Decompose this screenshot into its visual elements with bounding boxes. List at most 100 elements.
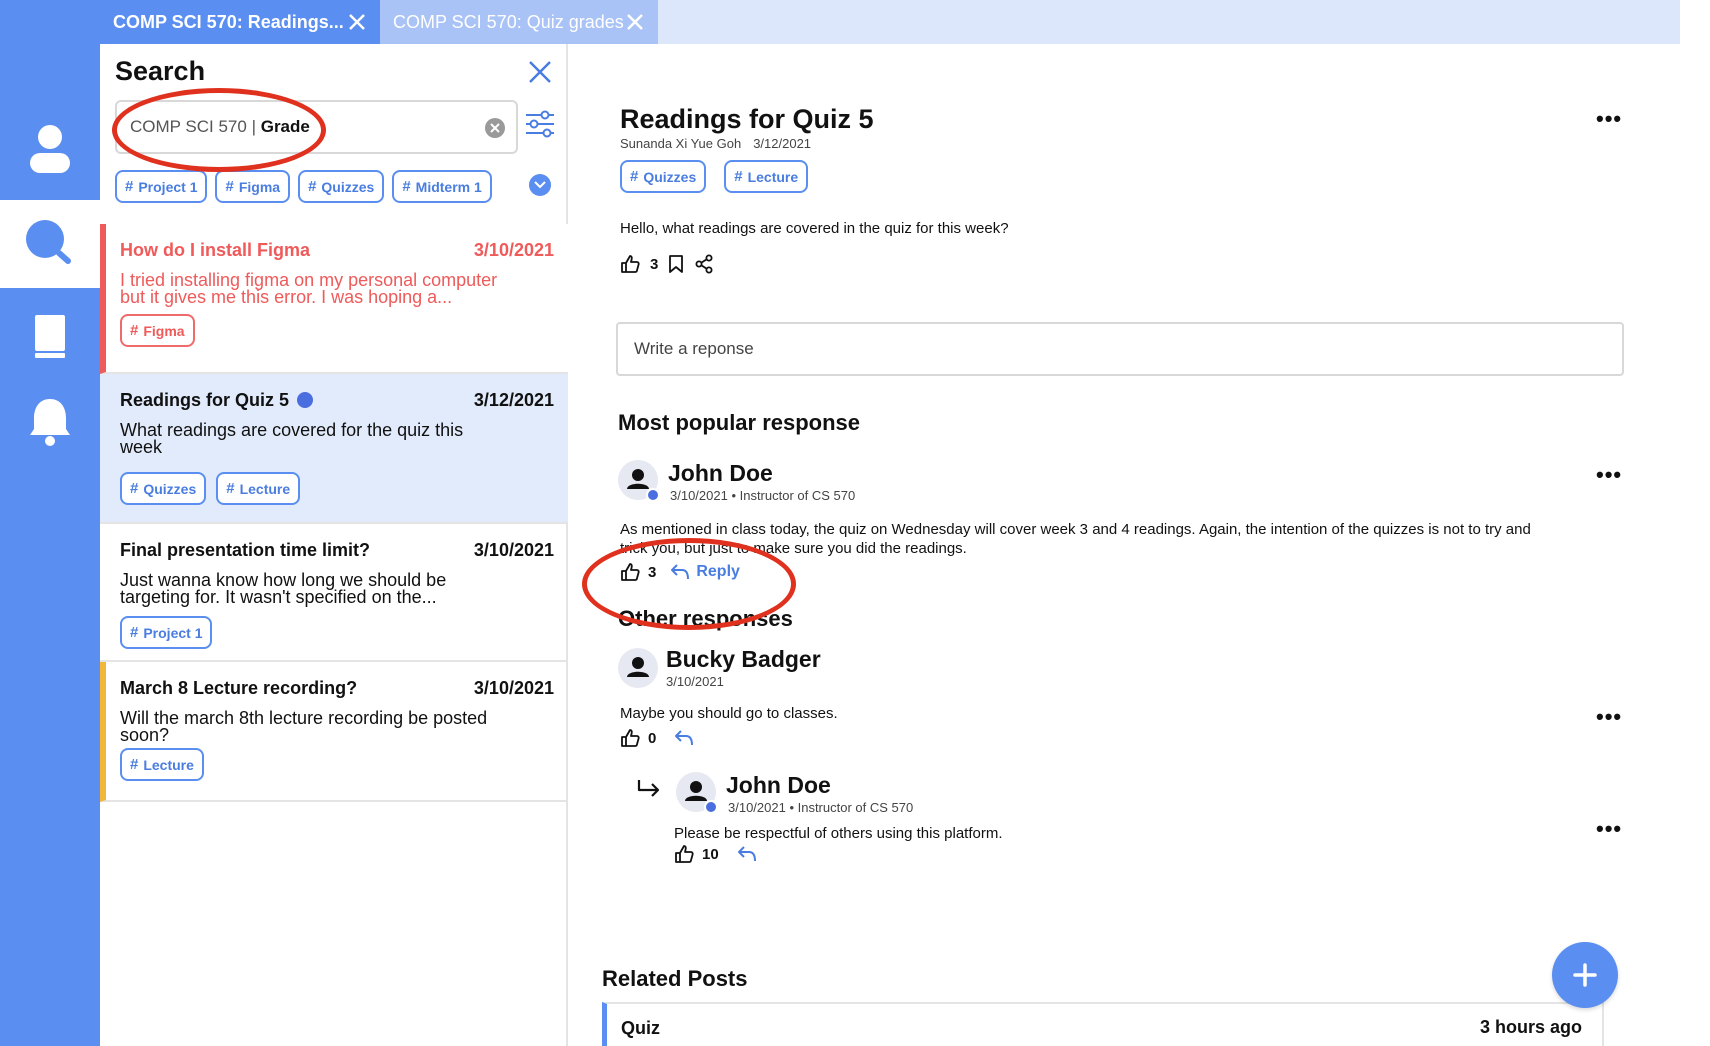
popular-heading: Most popular response (618, 410, 861, 435)
book-icon (35, 315, 65, 358)
tag-chip[interactable]: # Lecture (120, 748, 204, 781)
result-title: Readings for Quiz 5 (120, 390, 314, 411)
tab-bar: COMP SCI 570: Readings... COMP SCI 570: … (100, 0, 1680, 44)
response-input[interactable]: Write a reponse (616, 322, 1624, 376)
new-post-button[interactable] (1552, 942, 1618, 1008)
response-more-button[interactable]: ••• (1596, 704, 1622, 730)
search-input[interactable]: COMP SCI 570 | Grade (115, 100, 518, 154)
hashtag-icon: # (125, 178, 134, 195)
hashtag-icon: # (225, 178, 234, 195)
result-snippet: What readings are covered for the quiz t… (120, 420, 464, 457)
filter-chip[interactable]: # Project 1 (115, 170, 208, 203)
reply-icon[interactable] (737, 845, 757, 863)
response-more-button[interactable]: ••• (1596, 816, 1622, 842)
rail-search-button[interactable] (0, 200, 100, 288)
responder-sub: 3/10/2021 (666, 674, 724, 689)
search-query-term: Grade (260, 117, 310, 136)
result-item[interactable]: Readings for Quiz 5 3/12/2021 What readi… (100, 374, 568, 524)
verified-icon (297, 392, 314, 408)
verified-icon (704, 800, 718, 814)
share-icon[interactable] (694, 254, 714, 274)
hashtag-icon: # (130, 322, 139, 339)
plus-icon (1573, 963, 1597, 987)
result-item[interactable]: March 8 Lecture recording? 3/10/2021 Wil… (100, 662, 568, 802)
tag-chip[interactable]: # Quizzes (620, 160, 707, 193)
like-count: 10 (702, 845, 719, 863)
related-post-card[interactable]: Quiz 3 hours ago (602, 1002, 1604, 1046)
related-post-time: 3 hours ago (1479, 1017, 1582, 1037)
hashtag-icon: # (130, 756, 139, 773)
post-more-button[interactable]: ••• (1596, 106, 1622, 132)
chevron-down-icon (534, 181, 546, 189)
related-post-title: Quiz (621, 1018, 660, 1038)
like-count: 0 (648, 729, 657, 747)
hashtag-icon: # (130, 480, 139, 497)
app-root: COMP SCI 570: Readings... COMP SCI 570: … (0, 0, 1710, 1046)
close-icon[interactable] (348, 13, 366, 31)
result-date: 3/10/2021 (473, 540, 554, 560)
post-meta: Sunanda Xi Yue Goh 3/12/2021 (620, 136, 811, 151)
other-heading: Other responses (618, 606, 793, 631)
responder-name: John Doe (668, 460, 773, 486)
bookmark-icon[interactable] (668, 254, 684, 274)
tab-label: COMP SCI 570: Readings... (113, 11, 344, 32)
result-tags: # Project 1 (120, 616, 213, 649)
hashtag-icon: # (308, 178, 317, 195)
thumbs-up-icon[interactable] (620, 254, 640, 274)
clear-icon[interactable] (484, 117, 506, 139)
rail-library-button[interactable] (0, 300, 100, 372)
result-date: 3/10/2021 (473, 678, 554, 698)
tag-chip[interactable]: # Lecture (724, 160, 809, 193)
response-more-button[interactable]: ••• (1596, 462, 1622, 488)
post-author: Sunanda Xi Yue Goh (620, 136, 742, 151)
post-title: Readings for Quiz 5 (620, 104, 874, 134)
post-body: Hello, what readings are covered in the … (620, 220, 1009, 237)
thumbs-up-icon[interactable] (620, 562, 640, 582)
hashtag-icon: # (130, 624, 139, 641)
tag-chip[interactable]: # Lecture (216, 472, 301, 505)
filter-icon[interactable] (525, 110, 555, 138)
filter-chip[interactable]: # Figma (215, 170, 291, 203)
response-text: Maybe you should go to classes. (620, 705, 838, 722)
expand-chips-button[interactable] (529, 174, 551, 196)
responder-sub: 3/10/2021 • Instructor of CS 570 (670, 488, 856, 503)
result-item[interactable]: How do I install Figma 3/10/2021 I tried… (100, 224, 568, 374)
rail-notifications-button[interactable] (0, 384, 100, 460)
thumbs-up-icon[interactable] (674, 844, 694, 864)
responder-name: Bucky Badger (666, 646, 821, 672)
reply-button[interactable]: Reply (670, 563, 740, 581)
hashtag-icon: # (734, 168, 743, 185)
responder-name: John Doe (726, 772, 831, 798)
responder-sub: 3/10/2021 • Instructor of CS 570 (728, 800, 914, 815)
response-text: Please be respectful of others using thi… (674, 825, 1003, 842)
tab-quiz-grades[interactable]: COMP SCI 570: Quiz grades (380, 0, 658, 44)
filter-chip[interactable]: # Quizzes (298, 170, 385, 203)
search-title: Search (115, 56, 206, 86)
tag-chip[interactable]: # Quizzes (120, 472, 207, 505)
post-detail: Readings for Quiz 5 ••• Sunanda Xi Yue G… (570, 44, 1680, 1046)
rail-profile-button[interactable] (0, 100, 100, 200)
result-snippet: Will the march 8th lecture recording be … (120, 708, 488, 745)
search-panel: Search COMP SCI 570 | Grade # Project 1 #… (100, 44, 568, 1046)
post-actions: 3 (620, 254, 714, 274)
result-snippet: I tried installing figma on my personal … (120, 270, 498, 307)
thumbs-up-icon[interactable] (620, 728, 640, 748)
user-icon (627, 657, 649, 677)
close-icon[interactable] (528, 60, 552, 84)
close-icon[interactable] (626, 13, 644, 31)
tab-readings[interactable]: COMP SCI 570: Readings... (100, 0, 380, 44)
post-date: 3/12/2021 (753, 136, 812, 151)
search-query-prefix: COMP SCI 570 | (130, 117, 256, 136)
result-item[interactable]: Final presentation time limit? 3/10/2021… (100, 524, 568, 662)
result-tags: # Figma (120, 314, 195, 347)
tag-chip[interactable]: # Project 1 (120, 616, 213, 649)
search-results: How do I install Figma 3/10/2021 I tried… (100, 224, 568, 802)
filter-chip[interactable]: # Midterm 1 (392, 170, 492, 203)
nested-arrow-icon (637, 780, 660, 797)
reply-icon (671, 564, 690, 580)
tag-chip[interactable]: # Figma (120, 314, 195, 347)
result-tags: # Quizzes # Lecture (120, 472, 301, 505)
nav-rail (0, 0, 100, 1046)
reply-label: Reply (696, 563, 740, 580)
reply-icon[interactable] (674, 729, 694, 747)
